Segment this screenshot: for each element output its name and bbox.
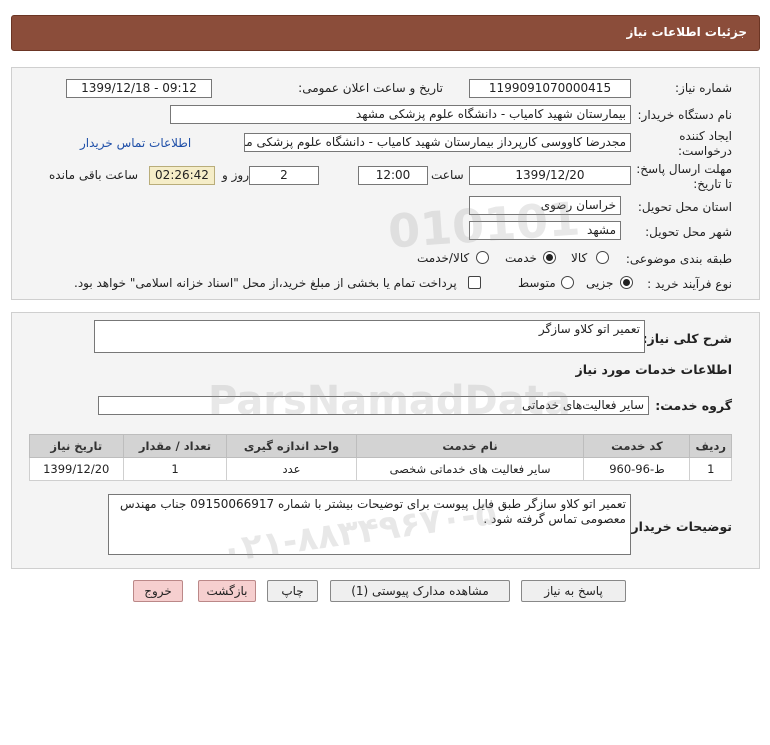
col-unit: واحد اندازه گیری xyxy=(226,434,357,458)
category-option-goods: کالا xyxy=(571,251,588,265)
category-radio-service[interactable] xyxy=(543,251,556,264)
cell-row: 1 xyxy=(689,457,732,481)
category-radio-goods-service[interactable] xyxy=(476,251,489,264)
days-label: روز و xyxy=(222,168,249,182)
days-field: 2 xyxy=(249,166,319,185)
page-header: جزئیات اطلاعات نیاز xyxy=(11,15,760,51)
category-radio-goods[interactable] xyxy=(596,251,609,264)
creator-label-line1: ایجاد کننده xyxy=(679,129,732,143)
city-field: مشهد xyxy=(469,221,621,240)
need-number-label: شماره نیاز: xyxy=(675,81,732,95)
buyer-org-field: بیمارستان شهید کامیاب - دانشگاه علوم پزش… xyxy=(170,105,631,124)
process-option-minor: جزیی xyxy=(586,276,614,290)
province-field: خراسان رضوی xyxy=(469,196,621,215)
buyer-notes-label: توضیحات خریدار: xyxy=(626,519,732,534)
buyer-contact-link[interactable]: اطلاعات تماس خریدار xyxy=(80,136,191,150)
creator-field: مجدرضا کاووسی کارپرداز بیمارستان شهید کا… xyxy=(244,133,631,152)
service-group-field: سایر فعالیت‌های خدماتی xyxy=(98,396,649,415)
services-table: ردیف کد خدمت نام خدمت واحد اندازه گیری ت… xyxy=(29,434,732,481)
deadline-date-field: 1399/12/20 xyxy=(469,166,631,185)
summary-field: تعمیر اتو کلاو سازگر xyxy=(94,320,645,353)
print-button[interactable]: چاپ xyxy=(267,580,318,602)
services-section-title: اطلاعات خدمات مورد نیاز xyxy=(575,362,733,377)
treasury-payment-checkbox[interactable] xyxy=(468,276,481,289)
col-row: ردیف xyxy=(689,434,732,458)
cell-quantity: 1 xyxy=(122,457,228,481)
remaining-label: ساعت باقی مانده xyxy=(49,168,139,182)
category-option-service: خدمت xyxy=(505,251,537,265)
process-option-medium: متوسط xyxy=(518,276,556,290)
cell-service-code: ط-96-960 xyxy=(583,457,691,481)
buyer-org-label: نام دستگاه خریدار: xyxy=(637,108,733,122)
service-group-label: گروه خدمت: xyxy=(655,398,732,413)
page-title: جزئیات اطلاعات نیاز xyxy=(626,25,747,39)
summary-label: شرح کلی نیاز: xyxy=(642,331,732,346)
deadline-time-label: ساعت xyxy=(431,168,464,182)
col-quantity: تعداد / مقدار xyxy=(122,434,228,458)
deadline-label-line2: تا تاریخ: xyxy=(693,177,732,191)
exit-button[interactable]: خروج xyxy=(133,580,183,602)
deadline-time-field: 12:00 xyxy=(358,166,428,185)
view-attachments-button[interactable]: مشاهده مدارک پیوستی (1) xyxy=(330,580,510,602)
category-option-goods-service: کالا/خدمت xyxy=(417,251,470,265)
creator-label-line2: درخواست: xyxy=(678,144,732,158)
buyer-notes-field: تعمیر اتو کلاو سازگر طبق فایل پیوست برای… xyxy=(108,494,631,555)
back-button[interactable]: بازگشت xyxy=(198,580,256,602)
cell-need-date: 1399/12/20 xyxy=(29,457,124,481)
category-label: طبقه بندی موضوعی: xyxy=(625,252,732,266)
process-label: نوع فرآیند خرید : xyxy=(647,277,732,291)
treasury-payment-note: پرداخت تمام یا بخشی از مبلغ خرید،از محل … xyxy=(74,276,457,290)
col-service-name: نام خدمت xyxy=(355,434,585,458)
announce-field: 1399/12/18 - 09:12 xyxy=(66,79,212,98)
col-service-code: کد خدمت xyxy=(583,434,691,458)
deadline-label-line1: مهلت ارسال پاسخ: xyxy=(636,162,732,176)
process-radio-medium[interactable] xyxy=(561,276,574,289)
cell-service-name: سایر فعالیت های خدماتی شخصی xyxy=(355,457,585,481)
process-radio-minor[interactable] xyxy=(620,276,633,289)
col-need-date: تاریخ نیاز xyxy=(29,434,124,458)
remaining-time-field: 02:26:42 xyxy=(149,166,215,185)
need-number-field: 1199091070000415 xyxy=(469,79,631,98)
reply-button[interactable]: پاسخ به نیاز xyxy=(521,580,626,602)
cell-unit: عدد xyxy=(226,457,357,481)
table-row: 1 ط-96-960 سایر فعالیت های خدماتی شخصی ع… xyxy=(29,457,732,481)
table-header-row: ردیف کد خدمت نام خدمت واحد اندازه گیری ت… xyxy=(29,434,732,458)
province-label: استان محل تحویل: xyxy=(637,200,732,214)
city-label: شهر محل تحویل: xyxy=(645,225,732,239)
announce-label: تاریخ و ساعت اعلان عمومی: xyxy=(298,81,443,95)
